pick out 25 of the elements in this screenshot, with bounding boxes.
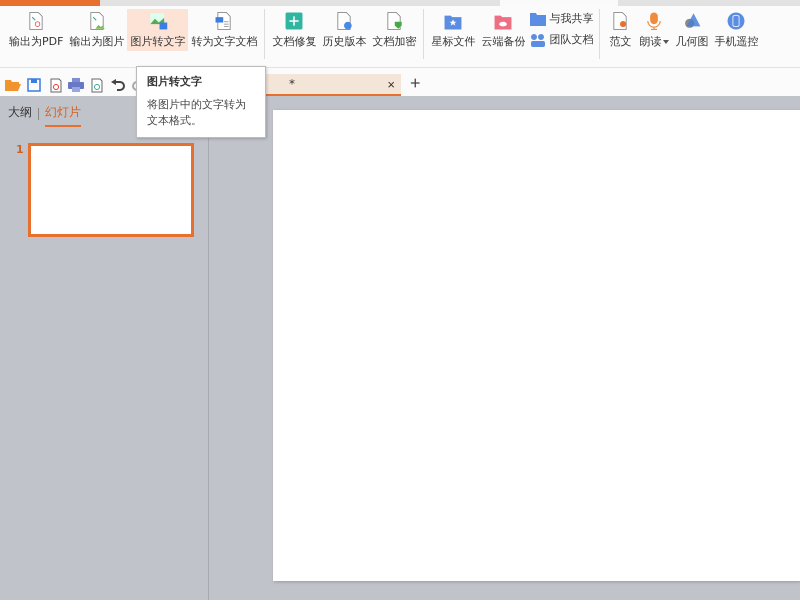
ribbon-button[interactable]: 文档加密 (369, 9, 420, 51)
ribbon-button[interactable]: 星标文件 (428, 9, 478, 51)
ribbon-button[interactable]: 文档修复 (269, 9, 320, 51)
slide-number: 1 (16, 143, 24, 158)
document-title: * (289, 77, 295, 91)
ribbon-button[interactable]: 几何图 (672, 9, 712, 51)
ribbon-button[interactable]: 朗读 (636, 9, 672, 51)
ribbon-button[interactable]: 历史版本 (319, 9, 370, 51)
ribbon-button[interactable]: 团队文档 (528, 32, 596, 47)
ribbon-button[interactable]: 图片转文字 (127, 9, 188, 51)
ribbon-button[interactable]: 转为文字文档 (188, 9, 260, 51)
ribbon-button[interactable]: 输出为图片 (66, 9, 128, 51)
ribbon-button[interactable]: 云端备份 (478, 9, 528, 51)
close-tab-button[interactable]: × (387, 76, 395, 92)
ribbon-button[interactable]: 手机遥控 (711, 9, 762, 51)
new-tab-button[interactable]: + (404, 73, 427, 96)
ribbon-button[interactable]: 范文 (604, 9, 636, 51)
team-icon (530, 32, 546, 46)
share-folder-icon (530, 12, 546, 26)
panel-tab[interactable]: 大纲 (8, 104, 32, 127)
ribbon-button[interactable]: 输出为PDF (6, 9, 66, 51)
tooltip-text: 将图片中的文字转为文本格式。 (147, 97, 247, 129)
ribbon-button[interactable]: 与我共享 (528, 11, 596, 26)
slide-thumbnail[interactable] (28, 143, 194, 237)
tooltip-title: 图片转文字 (147, 74, 203, 89)
